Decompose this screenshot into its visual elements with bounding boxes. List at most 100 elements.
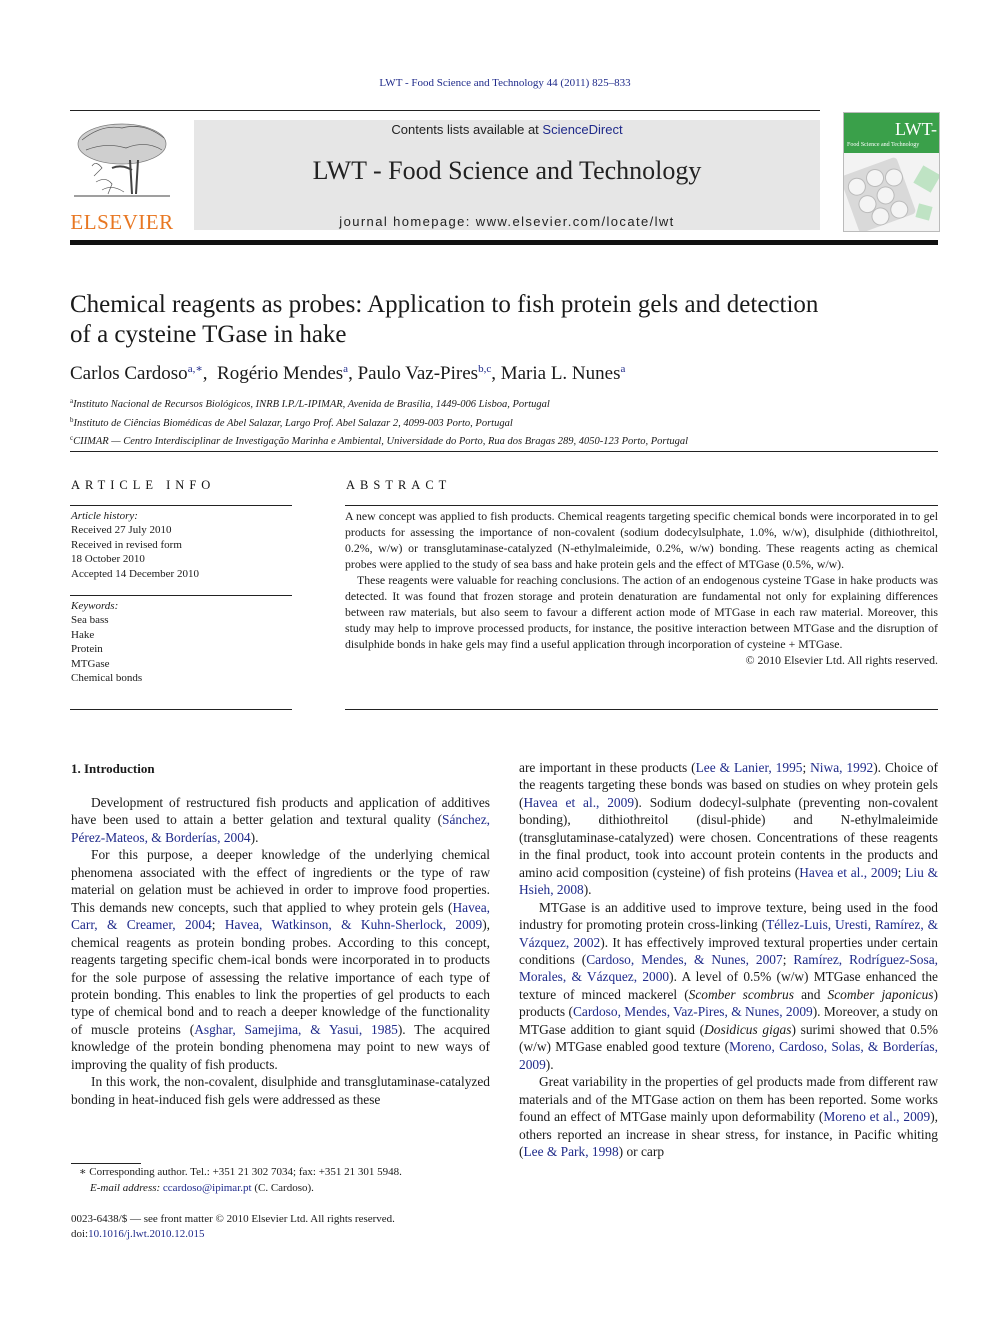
cover-decoration bbox=[913, 165, 939, 193]
body-text: ). bbox=[545, 1056, 554, 1072]
masthead-rule bbox=[70, 240, 938, 245]
body-column-left: Development of restructured fish product… bbox=[71, 794, 490, 1108]
divider bbox=[70, 709, 292, 710]
doi-link[interactable]: 10.1016/j.lwt.2010.12.015 bbox=[88, 1228, 204, 1240]
contents-availability: Contents lists available at ScienceDirec… bbox=[194, 122, 820, 137]
citation-link[interactable]: Cardoso, Mendes, Vaz-Pires, & Nunes, 200… bbox=[573, 1004, 813, 1019]
abstract-paragraph: A new concept was applied to fish produc… bbox=[345, 509, 938, 571]
affiliation-list: aInstituto Nacional de Recursos Biológic… bbox=[70, 394, 940, 450]
cover-decoration bbox=[915, 203, 933, 221]
author-affiliation-marker[interactable]: b,c bbox=[478, 363, 491, 375]
section-heading-introduction: 1. Introduction bbox=[71, 761, 155, 776]
citation-link[interactable]: Lee & Lanier, 1995 bbox=[696, 760, 803, 775]
citation-link[interactable]: Niwa, 1992 bbox=[810, 760, 873, 775]
author-list: Carlos Cardosoa,∗, Rogério Mendes a, Paul… bbox=[70, 362, 930, 385]
citation-link[interactable]: Asghar, Samejima, & Yasui, 1985 bbox=[194, 1022, 398, 1037]
email-suffix: (C. Cardoso). bbox=[251, 1181, 314, 1194]
history-entry: Received 27 July 2010 bbox=[71, 524, 172, 537]
body-text: Development of restructured fish product… bbox=[71, 795, 490, 828]
citation-link[interactable]: Cardoso, Mendes, & Nunes, 2007 bbox=[586, 952, 782, 967]
sciencedirect-link[interactable]: ScienceDirect bbox=[542, 122, 622, 137]
keyword: MTGase bbox=[71, 657, 110, 670]
journal-cover-thumbnail[interactable]: LWT- Food Science and Technology bbox=[843, 112, 940, 232]
affiliation: bInstituto de Ciências Biomédicas de Abe… bbox=[70, 413, 940, 432]
keyword: Hake bbox=[71, 628, 95, 641]
keyword: Protein bbox=[71, 643, 103, 656]
history-entry: 18 October 2010 bbox=[71, 553, 145, 566]
article-title: Chemical reagents as probes: Application… bbox=[70, 290, 930, 350]
citation-link[interactable]: Havea, Watkinson, & Kuhn-Sherlock, 2009 bbox=[225, 917, 482, 932]
cover-photo bbox=[844, 156, 917, 231]
author-affiliation-marker[interactable]: a bbox=[620, 363, 625, 375]
cover-title: LWT- bbox=[895, 119, 937, 139]
divider bbox=[70, 505, 292, 506]
journal-homepage-link[interactable]: journal homepage: www.elsevier.com/locat… bbox=[194, 214, 820, 229]
article-title-line: Chemical reagents as probes: Application… bbox=[70, 291, 819, 318]
body-text: ; bbox=[802, 760, 811, 775]
history-entry: Accepted 14 December 2010 bbox=[71, 567, 199, 580]
citation-link[interactable]: Havea et al., 2009 bbox=[523, 795, 634, 810]
body-text: ), chemical reagents as protein bonding … bbox=[71, 917, 490, 1037]
body-text: ). bbox=[250, 829, 259, 845]
abstract-paragraph: These reagents were valuable for reachin… bbox=[345, 572, 938, 651]
body-text: ) or carp bbox=[618, 1143, 665, 1159]
footnote-rule bbox=[71, 1163, 141, 1164]
email-link[interactable]: ccardoso@ipimar.pt bbox=[163, 1182, 252, 1194]
header-rule bbox=[70, 110, 820, 111]
journal-title[interactable]: LWT - Food Science and Technology bbox=[194, 156, 820, 186]
abstract-copyright: © 2010 Elsevier Ltd. All rights reserved… bbox=[745, 652, 938, 667]
author-affiliation-marker[interactable]: a,∗ bbox=[188, 363, 203, 375]
email-note: E-mail address: ccardoso@ipimar.pt (C. C… bbox=[71, 1181, 501, 1197]
body-column-right: are important in these products (Lee & L… bbox=[519, 759, 938, 1160]
affiliation: aInstituto Nacional de Recursos Biológic… bbox=[70, 394, 940, 413]
body-text: ). bbox=[583, 882, 592, 898]
article-title-line: of a cysteine TGase in hake bbox=[70, 321, 347, 348]
separator: , bbox=[202, 363, 218, 384]
keywords-label: Keywords: bbox=[71, 600, 119, 612]
affiliation-text: Instituto Nacional de Recursos Biológico… bbox=[73, 399, 550, 410]
citation-link[interactable]: Havea et al., 2009 bbox=[799, 865, 897, 880]
article-history: Article history: Received 27 July 2010 R… bbox=[71, 509, 291, 581]
keyword: Chemical bonds bbox=[71, 672, 143, 685]
species-name: Scomber scombrus bbox=[688, 986, 794, 1002]
body-paragraph: MTGase is an additive used to improve te… bbox=[519, 899, 938, 1074]
affiliation-rule bbox=[70, 451, 938, 452]
citation-link[interactable]: Moreno et al., 2009 bbox=[823, 1109, 930, 1124]
separator: , bbox=[491, 363, 501, 384]
history-entry: Received in revised form bbox=[71, 538, 182, 551]
separator: , bbox=[348, 363, 358, 384]
abstract-heading: ABSTRACT bbox=[346, 478, 452, 492]
history-label: Article history: bbox=[71, 510, 138, 522]
author-name[interactable]: Carlos Cardoso bbox=[70, 363, 188, 384]
doi-line: doi:10.1016/j.lwt.2010.12.015 bbox=[71, 1227, 501, 1242]
body-paragraph: For this purpose, a deeper knowledge of … bbox=[71, 846, 490, 1073]
corresponding-author-note: ∗ Corresponding author. Tel.: +351 21 30… bbox=[79, 1166, 402, 1178]
cover-subtitle: Food Science and Technology bbox=[847, 142, 920, 148]
divider bbox=[70, 595, 292, 596]
elsevier-tree-icon bbox=[74, 123, 170, 197]
citation-link[interactable]: Lee & Park, 1998 bbox=[523, 1144, 618, 1159]
author-name[interactable]: Maria L. Nunes bbox=[501, 363, 621, 384]
body-text: For this purpose, a deeper knowledge of … bbox=[71, 847, 490, 915]
issn-line: 0023-6438/$ — see front matter © 2010 El… bbox=[71, 1213, 395, 1225]
affiliation-text: Instituto de Ciências Biomédicas de Abel… bbox=[73, 417, 513, 429]
keyword: Sea bass bbox=[71, 614, 109, 627]
abstract-body: A new concept was applied to fish produc… bbox=[345, 509, 938, 669]
author-name[interactable]: Rogério Mendes bbox=[217, 363, 343, 384]
front-matter: 0023-6438/$ — see front matter © 2010 El… bbox=[71, 1212, 501, 1241]
body-text: In this work, the non-covalent, disulphi… bbox=[71, 1074, 490, 1107]
body-paragraph: are important in these products (Lee & L… bbox=[519, 759, 938, 899]
footnotes: ∗ Corresponding author. Tel.: +351 21 30… bbox=[71, 1165, 501, 1196]
doi-label: doi: bbox=[71, 1227, 89, 1240]
journal-masthead: Contents lists available at ScienceDirec… bbox=[194, 120, 820, 230]
affiliation-text: CIIMAR — Centro Interdisciplinar de Inve… bbox=[73, 436, 689, 447]
elsevier-wordmark: ELSEVIER bbox=[70, 210, 174, 234]
body-paragraph: In this work, the non-covalent, disulphi… bbox=[71, 1073, 490, 1108]
elsevier-logo[interactable]: ELSEVIER bbox=[68, 118, 176, 234]
author-name[interactable]: Paulo Vaz-Pires bbox=[358, 363, 479, 384]
species-name: Scomber japonicus bbox=[827, 986, 934, 1002]
divider bbox=[345, 709, 938, 710]
journal-citation-header[interactable]: LWT - Food Science and Technology 44 (20… bbox=[0, 77, 992, 89]
keyword-list: Keywords: Sea bass Hake Protein MTGase C… bbox=[71, 599, 291, 685]
email-label: E-mail address: bbox=[90, 1181, 163, 1194]
